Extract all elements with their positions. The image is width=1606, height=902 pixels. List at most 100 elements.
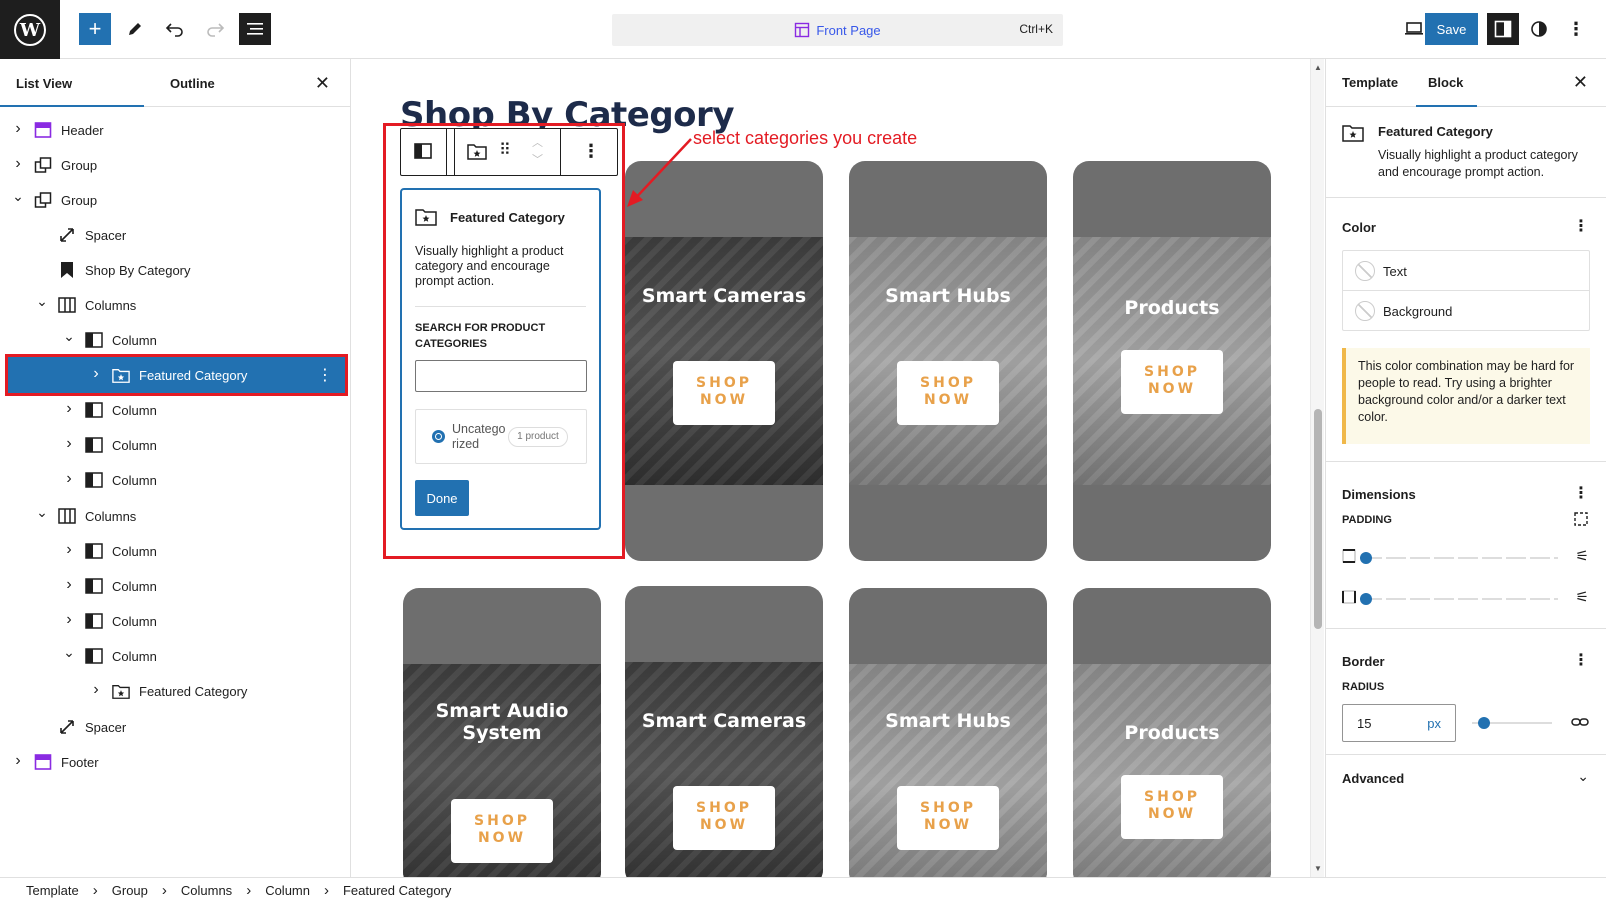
done-button[interactable]: Done xyxy=(415,480,469,516)
radius-input[interactable]: 15 px xyxy=(1342,704,1456,742)
move-buttons[interactable]: ︿ ﹀ xyxy=(517,129,561,175)
shop-now-button[interactable]: SHOP NOW xyxy=(897,361,999,425)
list-view-item[interactable]: › Group xyxy=(0,147,351,183)
scroll-down-icon[interactable]: ▼ xyxy=(1314,864,1322,873)
more-vertical-icon[interactable]: ⋮ xyxy=(1573,650,1589,670)
breadcrumb-item[interactable]: Columns xyxy=(181,883,232,898)
block-options-button[interactable]: ⋮ xyxy=(561,129,617,175)
list-view-item[interactable]: Spacer xyxy=(0,709,351,745)
chevron-up-icon[interactable]: ︿ xyxy=(532,134,543,150)
color-text-item[interactable]: Text xyxy=(1343,251,1589,291)
chevron-down-icon[interactable]: ⌄ xyxy=(12,188,24,205)
list-view-item[interactable]: › Featured Category ⋮ xyxy=(5,354,348,396)
tools-button[interactable] xyxy=(119,13,151,45)
padding-vertical-slider[interactable] xyxy=(1360,552,1558,564)
list-view-item[interactable]: ⌄ Column xyxy=(0,638,351,674)
chevron-right-icon[interactable]: › xyxy=(12,752,24,770)
shop-now-button[interactable]: SHOP NOW xyxy=(897,786,999,850)
slider-knob[interactable] xyxy=(1477,717,1490,729)
category-card[interactable]: Smart Cameras SHOP NOW xyxy=(625,586,823,877)
command-palette-bar[interactable]: Front Page Ctrl+K xyxy=(612,14,1063,46)
list-view-item[interactable]: ⌄ Group xyxy=(0,182,351,218)
link-icon[interactable] xyxy=(1571,715,1589,729)
chevron-down-icon[interactable]: ⌄ xyxy=(63,644,75,661)
slider-knob[interactable] xyxy=(1360,593,1372,605)
canvas-scrollbar[interactable]: ▲ ▼ xyxy=(1310,59,1324,877)
shop-now-button[interactable]: SHOP NOW xyxy=(1121,350,1223,414)
tab-list-view[interactable]: List View xyxy=(0,76,145,107)
list-view-item[interactable]: ⌄ Column xyxy=(0,322,351,358)
tab-block[interactable]: Block xyxy=(1415,75,1478,107)
list-view-item[interactable]: › Column xyxy=(0,603,351,639)
more-vertical-icon[interactable]: ⋮ xyxy=(1573,216,1589,236)
category-card[interactable]: Products SHOP NOW xyxy=(1073,161,1271,561)
sliders-icon[interactable]: ⚟ xyxy=(1576,547,1589,565)
category-card[interactable]: Smart Audio System SHOP NOW xyxy=(403,588,601,877)
shop-now-button[interactable]: SHOP NOW xyxy=(451,799,553,863)
color-background-item[interactable]: Background xyxy=(1343,291,1589,331)
advanced-panel[interactable]: Advanced ⌄ xyxy=(1326,755,1606,803)
options-button[interactable]: ⋮ xyxy=(1560,13,1592,45)
block-type-button[interactable] xyxy=(455,129,495,175)
list-view-item[interactable]: › Column xyxy=(0,568,351,604)
list-view-item[interactable]: › Footer xyxy=(0,744,351,780)
settings-toggle-button[interactable] xyxy=(1487,13,1519,45)
chevron-down-icon[interactable]: ﹀ xyxy=(532,151,543,167)
chevron-down-icon[interactable]: ⌄ xyxy=(63,328,75,345)
chevron-right-icon[interactable]: › xyxy=(12,120,24,138)
chevron-right-icon[interactable]: › xyxy=(63,611,75,629)
document-overview-button[interactable] xyxy=(239,13,271,45)
shop-now-button[interactable]: SHOP NOW xyxy=(673,361,775,425)
list-view-item[interactable]: › Column xyxy=(0,392,351,428)
list-view-item[interactable]: › Featured Category xyxy=(0,673,351,709)
shop-now-button[interactable]: SHOP NOW xyxy=(1121,775,1223,839)
padding-link-icon[interactable] xyxy=(1573,511,1589,527)
category-radio[interactable] xyxy=(432,430,445,443)
chevron-down-icon[interactable]: ⌄ xyxy=(36,293,48,310)
scrollbar-thumb[interactable] xyxy=(1314,409,1322,629)
shop-now-button[interactable]: SHOP NOW xyxy=(673,786,775,850)
drag-handle[interactable]: ⠿ xyxy=(495,129,517,175)
sliders-icon[interactable]: ⚟ xyxy=(1576,588,1589,606)
chevron-right-icon[interactable]: › xyxy=(90,681,102,699)
undo-button[interactable] xyxy=(159,13,191,45)
list-view-item[interactable]: ⌄ Columns xyxy=(0,498,351,534)
more-vertical-icon[interactable]: ⋮ xyxy=(317,365,333,385)
list-view-item[interactable]: Spacer xyxy=(0,217,351,253)
styles-button[interactable] xyxy=(1523,13,1555,45)
chevron-right-icon[interactable]: › xyxy=(63,470,75,488)
category-search-input[interactable] xyxy=(415,360,587,392)
list-view-item[interactable]: › Column xyxy=(0,462,351,498)
radius-slider[interactable] xyxy=(1472,717,1552,729)
close-icon[interactable]: ✕ xyxy=(1573,72,1588,93)
chevron-right-icon[interactable]: › xyxy=(12,155,24,173)
wordpress-logo-icon[interactable]: W xyxy=(0,0,60,59)
breadcrumb-item[interactable]: Column xyxy=(265,883,310,898)
save-button[interactable]: Save xyxy=(1425,13,1478,45)
tab-template[interactable]: Template xyxy=(1342,75,1398,90)
slider-knob[interactable] xyxy=(1360,552,1372,564)
list-view-item[interactable]: › Column xyxy=(0,533,351,569)
list-view-item[interactable]: › Column xyxy=(0,427,351,463)
breadcrumb-item[interactable]: Group xyxy=(112,883,148,898)
redo-button[interactable] xyxy=(199,13,231,45)
radius-unit-select[interactable]: px xyxy=(1427,716,1441,731)
category-card[interactable]: Smart Cameras SHOP NOW xyxy=(625,161,823,561)
list-view-item[interactable]: Shop By Category xyxy=(0,252,351,288)
category-card[interactable]: Products SHOP NOW xyxy=(1073,588,1271,877)
chevron-down-icon[interactable]: ⌄ xyxy=(36,504,48,521)
list-view-item[interactable]: ⌄ Columns xyxy=(0,287,351,323)
padding-horizontal-slider[interactable] xyxy=(1360,593,1558,605)
tab-outline[interactable]: Outline xyxy=(170,76,215,91)
close-icon[interactable]: ✕ xyxy=(315,73,330,94)
breadcrumb-item[interactable]: Template xyxy=(26,883,79,898)
chevron-right-icon[interactable]: › xyxy=(90,365,102,383)
scroll-up-icon[interactable]: ▲ xyxy=(1314,63,1322,72)
chevron-right-icon[interactable]: › xyxy=(63,576,75,594)
chevron-right-icon[interactable]: › xyxy=(63,435,75,453)
category-card[interactable]: Smart Hubs SHOP NOW xyxy=(849,588,1047,877)
add-block-button[interactable]: + xyxy=(79,13,111,45)
category-card[interactable]: Smart Hubs SHOP NOW xyxy=(849,161,1047,561)
parent-column-button[interactable] xyxy=(401,129,447,175)
category-option[interactable]: Uncategorized 1 product xyxy=(415,409,587,464)
